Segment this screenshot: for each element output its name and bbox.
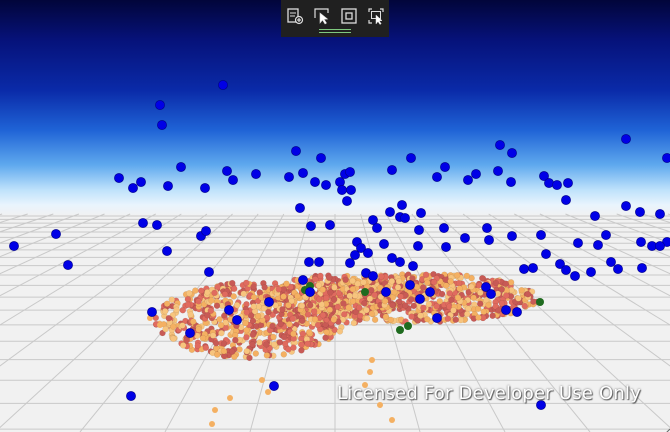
add-layer-button[interactable]: [284, 5, 305, 26]
floating-toolbar: [281, 0, 389, 37]
select-pointer-button[interactable]: [311, 5, 332, 26]
zoom-extent-icon: [340, 7, 357, 24]
add-layer-icon: [286, 7, 303, 24]
scene-canvas[interactable]: [0, 0, 670, 432]
resize-grip-icon: [666, 428, 670, 432]
box-select-icon: [367, 7, 384, 25]
3d-scene-viewport[interactable]: Licensed For Developer Use Only: [0, 0, 670, 432]
zoom-extent-button[interactable]: [338, 5, 359, 26]
pointer-select-icon: [313, 7, 329, 24]
floating-spheres: [9, 80, 670, 410]
resize-grip[interactable]: [660, 422, 670, 432]
box-select-button[interactable]: [365, 5, 386, 26]
license-watermark: Licensed For Developer Use Only: [337, 383, 641, 404]
toolbar-drag-grip[interactable]: [319, 29, 351, 33]
